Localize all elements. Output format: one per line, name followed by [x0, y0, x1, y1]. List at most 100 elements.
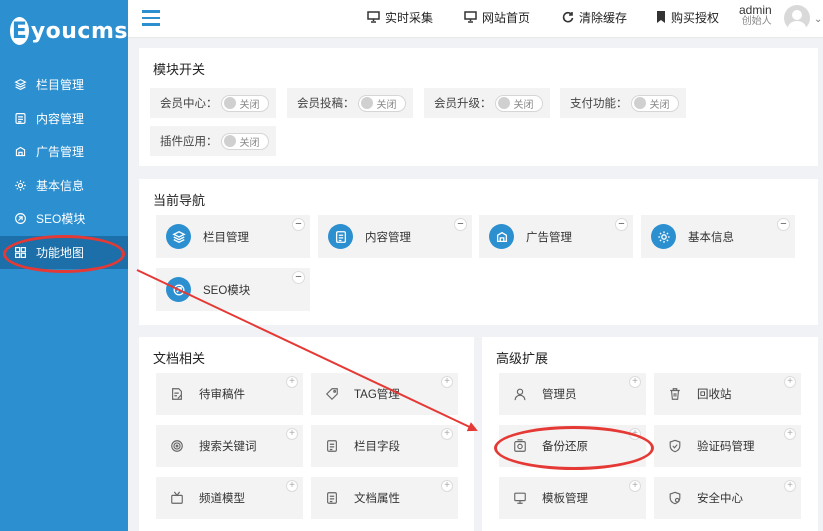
gear-icon — [13, 178, 27, 192]
remove-icon[interactable]: − — [292, 271, 305, 284]
tool-label: 管理员 — [542, 389, 577, 401]
sidebar-item-label: 内容管理 — [36, 111, 85, 126]
switch-label: 会员中心： — [160, 98, 218, 110]
topnav-realtime-collect[interactable]: 实时采集 — [367, 0, 433, 34]
topnav-site-home[interactable]: 网站首页 — [464, 0, 530, 34]
tool-pending-articles[interactable]: 待审稿件 + — [156, 373, 303, 415]
tool-label: 备份还原 — [542, 441, 588, 453]
tool-tag-manage[interactable]: TAG管理 + — [311, 373, 458, 415]
toggle-switch[interactable]: 关闭 — [494, 94, 543, 112]
topnav-buy-license[interactable]: 购买授权 — [656, 0, 719, 34]
tool-admins[interactable]: 管理员 + — [499, 373, 646, 415]
switch-label: 会员升级： — [434, 98, 492, 110]
seo-icon — [166, 277, 191, 302]
logo-mark: E — [10, 17, 29, 45]
tool-backup-restore[interactable]: 备份还原 + — [499, 425, 646, 467]
toggle-switch[interactable]: 关闭 — [220, 94, 269, 112]
sidebar-item-label: 广告管理 — [36, 145, 85, 160]
topnav-clear-cache[interactable]: 清除缓存 — [562, 0, 627, 34]
logo-text: youcms — [30, 18, 128, 44]
toggle-state: 关闭 — [376, 99, 397, 111]
add-icon[interactable]: + — [286, 428, 298, 440]
monitor-icon — [367, 11, 380, 23]
tool-channel-model[interactable]: 频道模型 + — [156, 477, 303, 519]
sidebar-item-function-map[interactable]: 功能地图 — [0, 235, 128, 269]
add-icon[interactable]: + — [629, 480, 641, 492]
remove-icon[interactable]: − — [454, 218, 467, 231]
menu-toggle-icon[interactable] — [142, 10, 160, 26]
remove-icon[interactable]: − — [615, 218, 628, 231]
tool-label: 文档属性 — [354, 493, 400, 505]
chevron-down-icon[interactable]: ⌄ — [814, 14, 822, 25]
switch-member-upgrade: 会员升级： 关闭 — [424, 88, 550, 118]
gear-icon — [651, 224, 676, 249]
trash-icon — [667, 386, 683, 402]
add-icon[interactable]: + — [286, 376, 298, 388]
tool-template-manage[interactable]: 模板管理 + — [499, 477, 646, 519]
monitor-icon — [464, 11, 477, 23]
add-icon[interactable]: + — [629, 428, 641, 440]
sidebar-item-content-manage[interactable]: 内容管理 — [0, 102, 128, 136]
tool-document-attrs[interactable]: 文档属性 + — [311, 477, 458, 519]
bookmark-icon — [656, 11, 666, 23]
topnav-label: 购买授权 — [671, 10, 720, 25]
toggle-switch[interactable]: 关闭 — [357, 94, 406, 112]
tool-label: 模板管理 — [542, 493, 588, 505]
remove-icon[interactable]: − — [777, 218, 790, 231]
ad-icon — [13, 145, 27, 159]
refresh-icon — [562, 11, 574, 23]
edit-doc-icon — [169, 386, 185, 402]
add-icon[interactable]: + — [784, 480, 796, 492]
nav-card-label: 广告管理 — [526, 231, 572, 244]
shield-icon — [667, 438, 683, 454]
tool-search-keywords[interactable]: 搜索关键词 + — [156, 425, 303, 467]
toggle-switch[interactable]: 关闭 — [220, 132, 269, 150]
add-icon[interactable]: + — [784, 428, 796, 440]
ad-icon — [489, 224, 514, 249]
tool-column-fields[interactable]: 栏目字段 + — [311, 425, 458, 467]
list-doc-icon — [324, 438, 340, 454]
add-icon[interactable]: + — [784, 376, 796, 388]
sidebar-item-column-manage[interactable]: 栏目管理 — [0, 68, 128, 102]
add-icon[interactable]: + — [629, 376, 641, 388]
sidebar-item-ad-manage[interactable]: 广告管理 — [0, 135, 128, 169]
nav-card-basic-info[interactable]: 基本信息 − — [641, 215, 795, 258]
topnav-label: 实时采集 — [385, 10, 434, 25]
remove-icon[interactable]: − — [292, 218, 305, 231]
sidebar-item-seo[interactable]: SEO模块 — [0, 202, 128, 236]
nav-card-label: SEO模块 — [203, 284, 251, 297]
nav-card-seo[interactable]: SEO模块 − — [156, 268, 310, 311]
toggle-state: 关闭 — [239, 99, 260, 111]
add-icon[interactable]: + — [441, 480, 453, 492]
add-icon[interactable]: + — [441, 428, 453, 440]
toggle-switch[interactable]: 关闭 — [630, 94, 679, 112]
nav-card-ad-manage[interactable]: 广告管理 − — [479, 215, 633, 258]
sidebar: E youcms 栏目管理 内容管理 广告管理 基本信息 SEO模块 功能地图 — [0, 0, 128, 531]
current-nav-panel: 当前导航 栏目管理 − 内容管理 − 广告管理 − 基本信息 − SEO模块 − — [139, 179, 818, 325]
layers-icon — [166, 224, 191, 249]
tool-label: 回收站 — [697, 389, 732, 401]
tool-captcha-manage[interactable]: 验证码管理 + — [654, 425, 801, 467]
nav-card-content-manage[interactable]: 内容管理 − — [318, 215, 472, 258]
tool-label: TAG管理 — [354, 389, 400, 401]
advanced-panel: 高级扩展 管理员 + 回收站 + 备份还原 + 验证码管理 + 模板管理 + 安… — [482, 337, 818, 531]
tv-icon — [169, 490, 185, 506]
toggle-state: 关闭 — [239, 137, 260, 149]
list-doc-icon — [324, 490, 340, 506]
tool-recycle-bin[interactable]: 回收站 + — [654, 373, 801, 415]
logo[interactable]: E youcms — [0, 0, 128, 62]
user-role: 创始人 — [741, 16, 772, 27]
nav-card-column-manage[interactable]: 栏目管理 − — [156, 215, 310, 258]
avatar[interactable] — [784, 5, 810, 31]
add-icon[interactable]: + — [441, 376, 453, 388]
sidebar-item-basic-info[interactable]: 基本信息 — [0, 169, 128, 203]
user-info[interactable]: admin 创始人 — [739, 4, 772, 28]
switch-label: 支付功能： — [570, 98, 628, 110]
tag-icon — [324, 386, 340, 402]
layers-icon — [13, 78, 27, 92]
tool-label: 安全中心 — [697, 493, 743, 505]
add-icon[interactable]: + — [286, 480, 298, 492]
monitor-icon — [512, 490, 528, 506]
switch-member-center: 会员中心： 关闭 — [150, 88, 276, 118]
tool-security-center[interactable]: 安全中心 + — [654, 477, 801, 519]
